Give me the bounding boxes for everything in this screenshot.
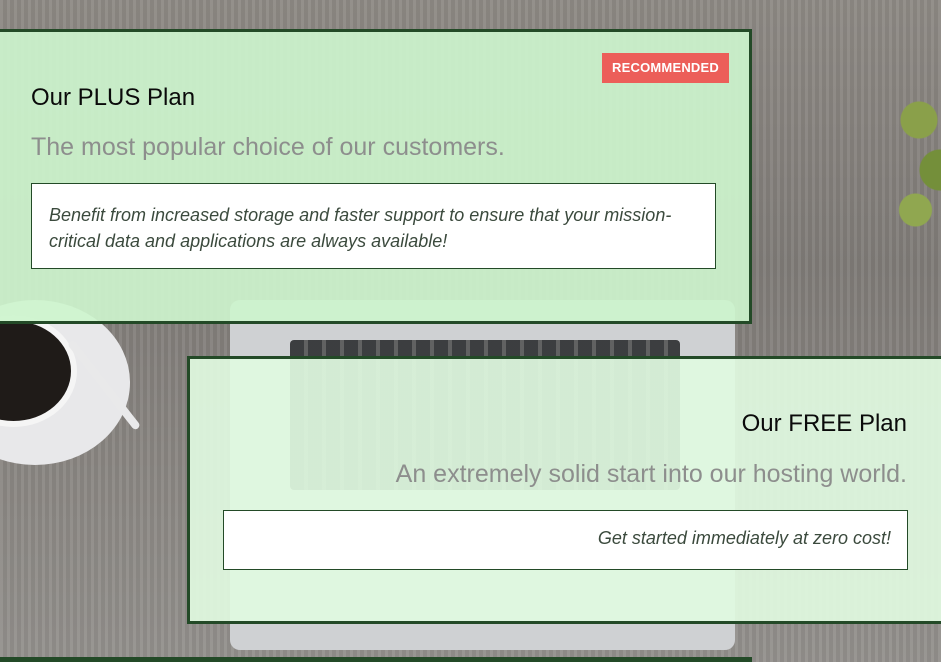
recommended-badge: RECOMMENDED	[602, 53, 729, 83]
plus-plan-subtitle: The most popular choice of our customers…	[31, 133, 505, 161]
plant-image	[891, 60, 941, 260]
free-plan-card[interactable]	[187, 356, 941, 624]
plus-plan-description: Benefit from increased storage and faste…	[31, 183, 716, 269]
free-plan-description: Get started immediately at zero cost!	[223, 510, 908, 570]
free-plan-subtitle: An extremely solid start into our hostin…	[395, 460, 907, 488]
next-card-top-border	[0, 657, 752, 662]
plus-plan-title: Our PLUS Plan	[31, 84, 196, 111]
free-plan-title: Our FREE Plan	[741, 410, 907, 437]
